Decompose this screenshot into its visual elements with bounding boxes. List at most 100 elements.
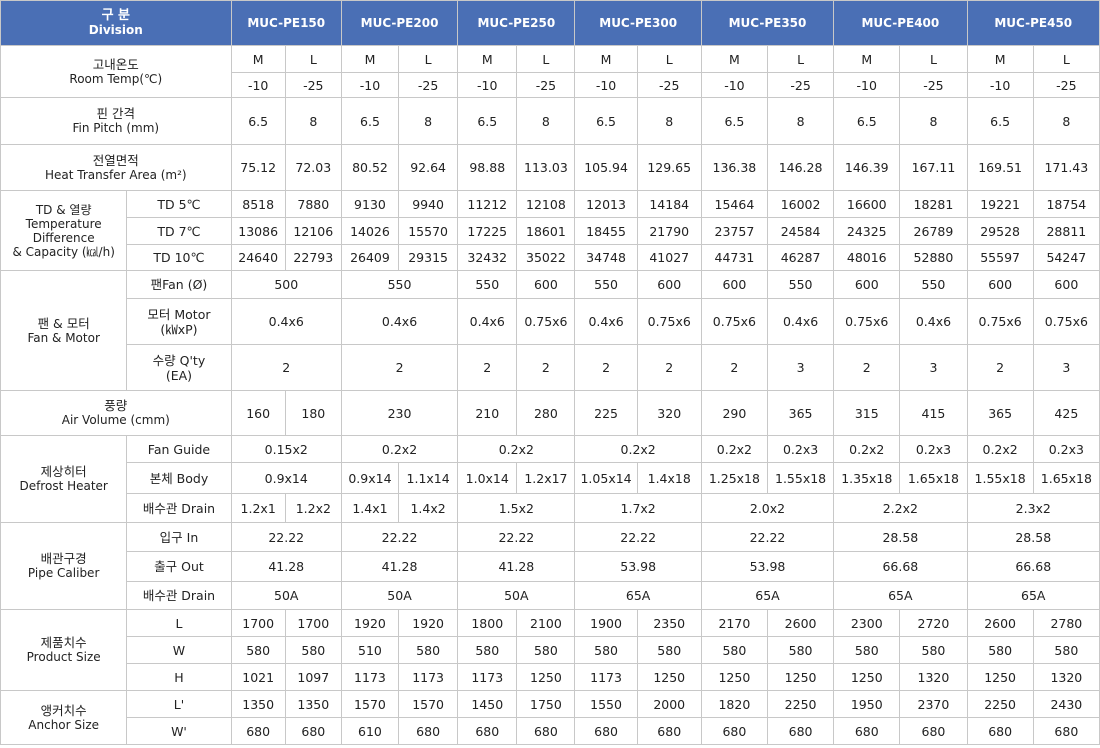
value-cell: 22793 (284, 244, 342, 271)
value-cell: 8 (766, 97, 835, 145)
value-cell: 2250 (766, 690, 835, 718)
value-cell: 580 (284, 636, 342, 664)
value-cell: 50A (457, 581, 576, 610)
value-cell: 600 (1032, 270, 1100, 299)
value-cell: 8 (899, 97, 968, 145)
value-cell: 1900 (574, 609, 638, 637)
value-cell: 41027 (636, 244, 702, 271)
value-cell: 8 (1032, 97, 1100, 145)
value-cell: 1950 (833, 690, 901, 718)
value-cell: 180 (284, 390, 342, 436)
value-cell: 320 (636, 390, 702, 436)
value-cell: 1570 (340, 690, 400, 718)
temp-cell: -10 (966, 72, 1034, 98)
value-cell: 0.9x14 (340, 462, 400, 494)
value-cell: 66.68 (833, 551, 968, 582)
value-cell: 0.2x2 (340, 435, 459, 463)
value-cell: 113.03 (516, 144, 576, 191)
value-cell: 169.51 (966, 144, 1034, 191)
value-cell: 18455 (574, 217, 638, 245)
value-cell: 171.43 (1032, 144, 1100, 191)
value-cell: 315 (833, 390, 901, 436)
temp-cell: -10 (700, 72, 768, 98)
value-cell: 167.11 (899, 144, 968, 191)
fan-motor-label: 팬 & 모터 Fan & Motor (0, 270, 128, 391)
fin-pitch-row: 핀 간격 Fin Pitch (mm) 6.5 8 6.5 8 6.5 8 6.5… (0, 97, 1100, 145)
value-cell: 1250 (636, 663, 702, 691)
value-cell: 0.75x6 (636, 298, 702, 345)
value-cell: 28811 (1032, 217, 1100, 245)
value-cell: 680 (284, 717, 342, 745)
value-cell: 1021 (230, 663, 286, 691)
value-cell: 2370 (899, 690, 968, 718)
value-cell: 0.15x2 (230, 435, 342, 463)
value-cell: 2 (574, 344, 638, 391)
value-cell: 500 (230, 270, 342, 299)
value-cell: 28.58 (966, 522, 1100, 552)
anchor-size-label: 앵커치수 Anchor Size (0, 690, 128, 745)
value-cell: 1250 (766, 663, 835, 691)
value-cell: 41.28 (340, 551, 459, 582)
value-cell: 0.9x14 (230, 462, 342, 494)
value-cell: 1173 (574, 663, 638, 691)
type-cell: M (457, 45, 518, 73)
value-cell: 680 (574, 717, 638, 745)
value-cell: 680 (516, 717, 576, 745)
value-cell: 1700 (230, 609, 286, 637)
value-cell: 1350 (284, 690, 342, 718)
value-cell: 550 (766, 270, 835, 299)
fan-sub-label: 팬Fan (Ø) (126, 270, 232, 299)
value-cell: 0.2x2 (700, 435, 768, 463)
pipe-out-row: 출구 Out 41.28 41.28 41.28 53.98 53.98 66.… (1, 551, 1100, 582)
value-cell: 2 (340, 344, 459, 391)
value-cell: 610 (340, 717, 400, 745)
value-cell: 6.5 (457, 97, 518, 145)
motor-row: 모터 Motor (㎾xP) 0.4x6 0.4x6 0.4x6 0.75x6 0… (1, 298, 1100, 345)
value-cell: 6.5 (230, 97, 286, 145)
value-cell: 2100 (516, 609, 576, 637)
temp-cell: -25 (398, 72, 459, 98)
td-sub-label: TD 5℃ (126, 190, 232, 218)
value-cell: 550 (457, 270, 518, 299)
value-cell: 18281 (899, 190, 968, 218)
temp-cell: -25 (899, 72, 968, 98)
value-cell: 6.5 (700, 97, 768, 145)
value-cell: 550 (574, 270, 638, 299)
type-cell: M (966, 45, 1034, 73)
value-cell: 6.5 (966, 97, 1034, 145)
value-cell: 1700 (284, 609, 342, 637)
value-cell: 680 (230, 717, 286, 745)
value-cell: 0.75x6 (966, 298, 1034, 345)
td-row: TD 7℃ 13086 12106 14026 15570 17225 1860… (1, 217, 1100, 245)
value-cell: 600 (636, 270, 702, 299)
value-cell: 550 (340, 270, 459, 299)
in-sub-label: 입구 In (126, 522, 232, 552)
value-cell: 580 (966, 636, 1034, 664)
value-cell: 44731 (700, 244, 768, 271)
value-cell: 680 (636, 717, 702, 745)
value-cell: 14184 (636, 190, 702, 218)
value-cell: 1173 (340, 663, 400, 691)
motor-sub-label: 모터 Motor (㎾xP) (126, 298, 232, 345)
value-cell: 34748 (574, 244, 638, 271)
value-cell: 66.68 (966, 551, 1100, 582)
value-cell: 1.55x18 (966, 462, 1034, 494)
value-cell: 1173 (457, 663, 518, 691)
qty-row: 수량 Q'ty (EA) 2 2 2 2 2 2 2 3 2 3 2 3 (1, 344, 1100, 391)
value-cell: 1173 (398, 663, 459, 691)
body-row: 본체 Body 0.9x14 0.9x14 1.1x14 1.0x14 1.2x… (1, 462, 1100, 494)
value-cell: 1.4x18 (636, 462, 702, 494)
value-cell: 365 (766, 390, 835, 436)
value-cell: 16002 (766, 190, 835, 218)
value-cell: 580 (700, 636, 768, 664)
model-header: MUC-PE150 (230, 0, 342, 46)
dim-sub-label: L (126, 609, 232, 637)
value-cell: 14026 (340, 217, 400, 245)
value-cell: 1097 (284, 663, 342, 691)
drain-sub-label: 배수관 Drain (126, 493, 232, 523)
value-cell: 1.7x2 (574, 493, 702, 523)
value-cell: 8 (636, 97, 702, 145)
temp-cell: -10 (230, 72, 286, 98)
heat-area-row: 전열면적 Heat Transfer Area (m²) 75.12 72.03 … (0, 144, 1100, 191)
model-header: MUC-PE300 (574, 0, 702, 46)
